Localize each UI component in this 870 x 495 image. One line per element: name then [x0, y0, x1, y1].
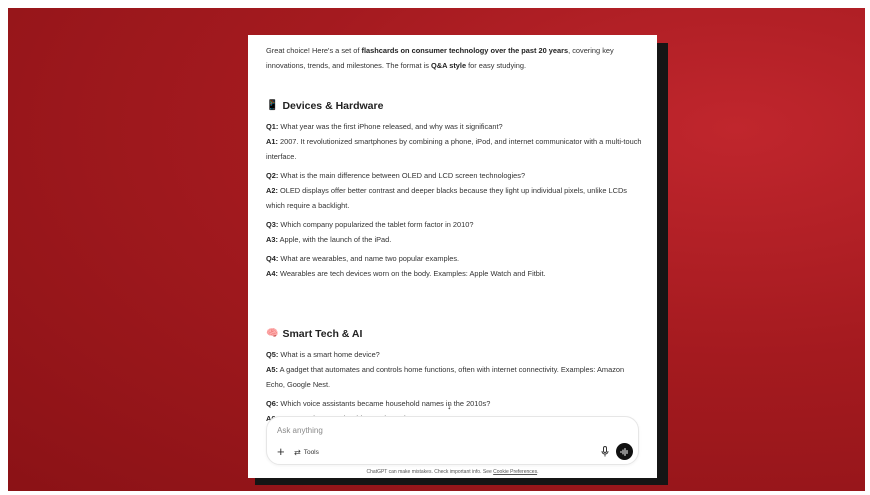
question-label: Q5:: [266, 350, 279, 359]
question-label: Q2:: [266, 171, 279, 180]
answer-label: A2:: [266, 186, 278, 195]
scroll-down-button[interactable]: ↓: [447, 401, 452, 411]
chat-message: Great choice! Here's a set of flashcards…: [266, 43, 644, 438]
answer-text: 2007. It revolutionized smartphones by c…: [266, 137, 642, 161]
answer-label: A5:: [266, 365, 278, 374]
prompt-input[interactable]: [277, 426, 577, 435]
voice-mode-button[interactable]: [616, 443, 633, 460]
microphone-icon[interactable]: [601, 446, 609, 457]
intro-bold-topic: flashcards on consumer technology over t…: [361, 46, 569, 55]
composer: + ⇄ Tools: [266, 416, 639, 465]
answer-line: A3: Apple, with the launch of the iPad.: [266, 232, 644, 247]
cookie-preferences-link[interactable]: Cookie Preferences: [493, 469, 537, 475]
section-heading: 📱 Devices & Hardware: [266, 99, 644, 113]
flashcard: Q5: What is a smart home device? A5: A ga…: [266, 347, 644, 392]
plus-icon[interactable]: +: [277, 445, 285, 458]
phone-icon: 📱: [266, 100, 279, 111]
tools-button[interactable]: ⇄ Tools: [294, 448, 319, 457]
intro-paragraph: Great choice! Here's a set of flashcards…: [266, 43, 644, 73]
answer-line: A2: OLED displays offer better contrast …: [266, 183, 644, 213]
brain-icon: 🧠: [266, 328, 279, 339]
question-text: What are wearables, and name two popular…: [278, 254, 460, 263]
question-text: What is a smart home device?: [278, 350, 380, 359]
answer-label: A3:: [266, 235, 278, 244]
flashcard-sections: 📱 Devices & Hardware Q1: What year was the…: [266, 99, 644, 426]
question-text: Which voice assistants became household …: [278, 399, 491, 408]
question-line: Q5: What is a smart home device?: [266, 347, 644, 362]
intro-text: for easy studying.: [466, 61, 527, 70]
answer-line: A5: A gadget that automates and controls…: [266, 362, 644, 392]
flashcard: Q1: What year was the first iPhone relea…: [266, 119, 644, 164]
section-heading: 🧠 Smart Tech & AI: [266, 327, 644, 341]
question-text: Which company popularized the tablet for…: [278, 220, 474, 229]
answer-line: A1: 2007. It revolutionized smartphones …: [266, 134, 644, 164]
question-line: Q2: What is the main difference between …: [266, 168, 644, 183]
flashcard: Q2: What is the main difference between …: [266, 168, 644, 213]
question-line: Q4: What are wearables, and name two pop…: [266, 251, 644, 266]
chat-panel: Great choice! Here's a set of flashcards…: [248, 35, 657, 478]
answer-label: A4:: [266, 269, 278, 278]
question-text: What is the main difference between OLED…: [278, 171, 526, 180]
disclaimer-end: .: [537, 469, 539, 475]
intro-bold-format: Q&A style: [431, 61, 467, 70]
question-line: Q3: Which company popularized the tablet…: [266, 217, 644, 232]
question-line: Q1: What year was the first iPhone relea…: [266, 119, 644, 134]
flashcard: Q4: What are wearables, and name two pop…: [266, 251, 644, 281]
disclaimer: ChatGPT can make mistakes. Check importa…: [248, 469, 657, 475]
question-label: Q6:: [266, 399, 279, 408]
tools-label: Tools: [303, 449, 319, 456]
disclaimer-text: ChatGPT can make mistakes. Check importa…: [366, 469, 494, 475]
question-label: Q3:: [266, 220, 279, 229]
waveform-icon: [620, 447, 628, 456]
question-text: What year was the first iPhone released,…: [278, 122, 503, 131]
answer-text: OLED displays offer better contrast and …: [266, 186, 627, 210]
intro-text: Great choice! Here's a set of: [266, 46, 362, 55]
answer-label: A1:: [266, 137, 278, 146]
answer-text: A gadget that automates and controls hom…: [266, 365, 625, 389]
red-background: Great choice! Here's a set of flashcards…: [8, 8, 865, 491]
answer-text: Apple, with the launch of the iPad.: [277, 235, 392, 244]
section-title: Devices & Hardware: [282, 100, 384, 112]
section-title: Smart Tech & AI: [282, 328, 363, 340]
answer-text: Wearables are tech devices worn on the b…: [277, 269, 546, 278]
question-label: Q4:: [266, 254, 279, 263]
answer-line: A4: Wearables are tech devices worn on t…: [266, 266, 644, 281]
tools-icon: ⇄: [294, 448, 301, 457]
flashcard: Q3: Which company popularized the tablet…: [266, 217, 644, 247]
question-line: Q6: Which voice assistants became househ…: [266, 396, 644, 411]
question-label: Q1:: [266, 122, 279, 131]
